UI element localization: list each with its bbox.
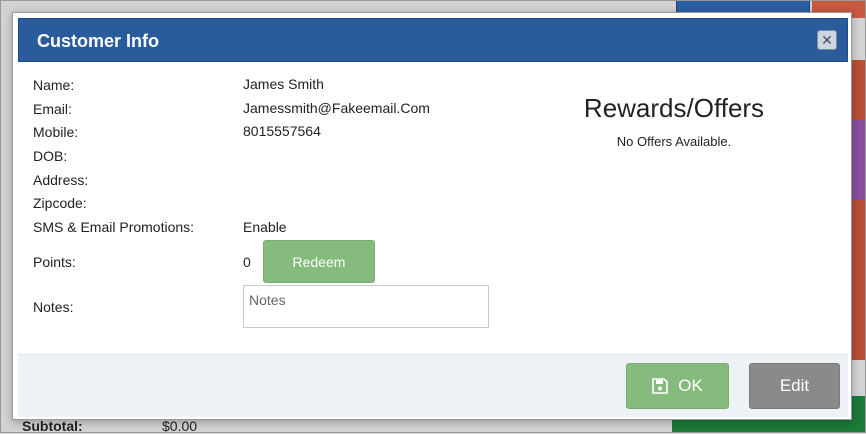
rewards-empty-text: No Offers Available.	[616, 134, 732, 149]
redeem-button[interactable]: Redeem	[263, 240, 375, 283]
ok-button[interactable]: OK	[626, 363, 729, 409]
promotions-value: Enable	[243, 219, 287, 235]
modal-title: Customer Info	[37, 31, 160, 51]
points-label: Points:	[33, 254, 76, 270]
edit-button[interactable]: Edit	[749, 363, 840, 409]
modal-footer: OK Edit	[18, 354, 848, 417]
email-label: Email:	[33, 101, 72, 117]
notes-input[interactable]	[243, 285, 489, 328]
points-value: 0	[243, 254, 251, 270]
address-label: Address:	[33, 172, 89, 188]
modal-header: Customer Info ✕	[18, 18, 848, 62]
mobile-label: Mobile:	[33, 124, 79, 140]
subtotal-value: $0.00	[162, 418, 198, 434]
dob-label: DOB:	[33, 148, 68, 164]
close-icon: ✕	[821, 32, 833, 48]
save-icon	[652, 378, 669, 394]
promotions-label: SMS & Email Promotions:	[33, 219, 195, 235]
subtotal-label: Subtotal:	[22, 418, 83, 434]
customer-info-modal: Customer Info ✕ Name: James Smith Email:…	[12, 12, 852, 420]
name-label: Name:	[33, 77, 75, 93]
mobile-value: 8015557564	[243, 123, 321, 139]
rewards-title: Rewards/Offers	[583, 93, 765, 123]
zipcode-label: Zipcode:	[33, 195, 87, 211]
ok-label: OK	[678, 376, 703, 395]
notes-label: Notes:	[33, 299, 74, 315]
close-button[interactable]: ✕	[817, 30, 837, 50]
name-value: James Smith	[243, 76, 324, 92]
email-value: Jamessmith@Fakeemail.Com	[243, 100, 430, 116]
